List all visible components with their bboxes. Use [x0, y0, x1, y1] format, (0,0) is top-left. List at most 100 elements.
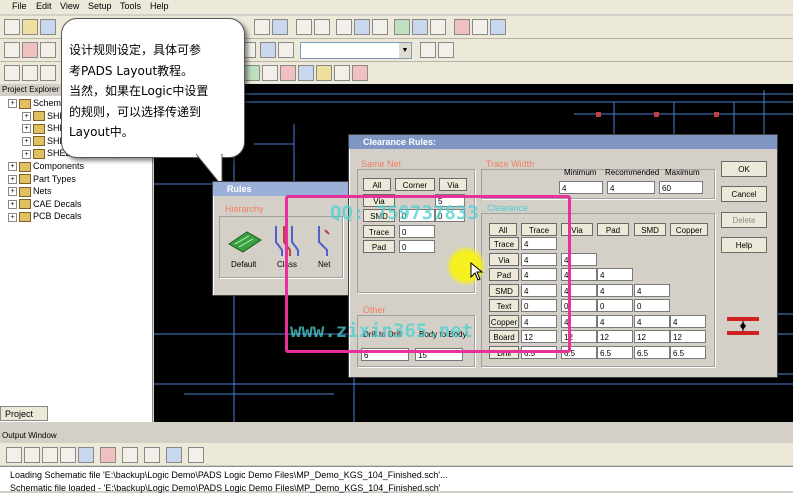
- expand-icon[interactable]: +: [22, 111, 31, 121]
- clearance-cell[interactable]: 4: [634, 314, 670, 328]
- folder-icon: [19, 161, 31, 172]
- folder-icon: [19, 186, 31, 197]
- expand-icon[interactable]: +: [22, 124, 31, 134]
- clearance-cell[interactable]: 0: [597, 299, 633, 312]
- default-rules-button[interactable]: Default: [225, 222, 263, 272]
- callout-line-5: Layout中。: [69, 125, 134, 139]
- ab-icon[interactable]: [278, 42, 294, 58]
- zoom-area-icon[interactable]: [354, 19, 370, 35]
- grid-icon[interactable]: [188, 447, 204, 463]
- clearance-col-pad-button[interactable]: Pad: [597, 223, 629, 236]
- clearance-cell[interactable]: 4: [670, 314, 706, 328]
- clearance-cell[interactable]: 6.5: [670, 345, 706, 359]
- window-icon[interactable]: [490, 19, 506, 35]
- arrow-left-icon[interactable]: [6, 447, 22, 463]
- rotate-icon[interactable]: [40, 65, 56, 81]
- project-tab[interactable]: Project: [0, 406, 48, 421]
- clearance-cell[interactable]: 6.5: [597, 345, 633, 359]
- arrow-down-icon[interactable]: [438, 42, 454, 58]
- filter-icon[interactable]: [334, 65, 350, 81]
- label-icon[interactable]: [316, 65, 332, 81]
- text-icon[interactable]: [260, 42, 276, 58]
- pin-icon[interactable]: [262, 65, 278, 81]
- menu-tools[interactable]: Tools: [120, 1, 141, 11]
- select-icon[interactable]: [254, 19, 270, 35]
- part-icon[interactable]: [280, 65, 296, 81]
- menu-file[interactable]: File: [12, 1, 27, 11]
- expand-icon[interactable]: +: [22, 136, 31, 146]
- wrap-icon[interactable]: [166, 447, 182, 463]
- arrow-right-icon[interactable]: [24, 447, 40, 463]
- select-filter-icon[interactable]: [272, 19, 288, 35]
- folder-icon: [19, 212, 31, 223]
- ok-button[interactable]: OK: [721, 161, 767, 177]
- clearance-cell[interactable]: 0: [634, 299, 670, 312]
- clearance-col-smd-button[interactable]: SMD: [634, 223, 666, 236]
- clearance-cell[interactable]: 4: [597, 283, 633, 297]
- tree-item[interactable]: + Nets: [8, 186, 52, 197]
- layout-icon[interactable]: [430, 19, 446, 35]
- arrow-up-icon[interactable]: [420, 42, 436, 58]
- redo-icon[interactable]: [314, 19, 330, 35]
- goto-icon[interactable]: [42, 447, 58, 463]
- expand-icon[interactable]: +: [8, 187, 17, 197]
- help-button[interactable]: Help: [721, 237, 767, 253]
- menu-help[interactable]: Help: [150, 1, 169, 11]
- cross-probe-icon[interactable]: [412, 19, 428, 35]
- clearance-cell[interactable]: 12: [634, 330, 670, 343]
- clear-icon[interactable]: [100, 447, 116, 463]
- tree-item[interactable]: + PCB Decals: [8, 211, 82, 223]
- expand-icon[interactable]: +: [8, 162, 17, 172]
- tree-item[interactable]: + CAE Decals: [8, 199, 82, 210]
- clearance-col-copper-button[interactable]: Copper: [670, 223, 708, 236]
- move-icon[interactable]: [22, 65, 38, 81]
- clearance-cell[interactable]: 12: [597, 330, 633, 343]
- clearance-cell[interactable]: 12: [670, 330, 706, 343]
- cancel-button[interactable]: Cancel: [721, 186, 767, 202]
- compare-icon[interactable]: [454, 19, 470, 35]
- new-icon[interactable]: [4, 19, 20, 35]
- gate-icon[interactable]: [298, 65, 314, 81]
- netlist-icon[interactable]: [472, 19, 488, 35]
- expand-icon[interactable]: +: [22, 149, 31, 159]
- hierarchy-group-title: Hierarchy: [225, 204, 264, 214]
- expand-icon[interactable]: +: [8, 212, 17, 222]
- add-bus-icon[interactable]: [40, 42, 56, 58]
- default-label: Default: [231, 260, 257, 269]
- menu-view[interactable]: View: [60, 1, 79, 11]
- chevron-down-icon[interactable]: ▼: [399, 43, 411, 58]
- save-icon[interactable]: [40, 19, 56, 35]
- export-icon[interactable]: [78, 447, 94, 463]
- find-icon[interactable]: [144, 447, 160, 463]
- folder-icon: [33, 149, 45, 160]
- clearance-cell[interactable]: 6.5: [634, 345, 670, 359]
- zoom-icon[interactable]: [336, 19, 352, 35]
- menu-setup[interactable]: Setup: [88, 1, 112, 11]
- open-icon[interactable]: [22, 19, 38, 35]
- clearance-cell[interactable]: 4: [597, 314, 633, 328]
- clearance-cell[interactable]: 4: [634, 283, 670, 297]
- place-part-icon[interactable]: [4, 42, 20, 58]
- level-select[interactable]: ▼: [300, 42, 412, 59]
- expand-icon[interactable]: +: [8, 174, 17, 184]
- route-icon[interactable]: [394, 19, 410, 35]
- output-window-title: Output Window: [0, 429, 793, 442]
- pointer-icon[interactable]: [4, 65, 20, 81]
- expand-icon[interactable]: +: [8, 99, 17, 109]
- clearance-cell[interactable]: 4: [597, 268, 633, 281]
- cross-icon[interactable]: [352, 65, 368, 81]
- callout-line-4: 的规则，可以选择传递到: [69, 104, 202, 119]
- print-icon[interactable]: [122, 447, 138, 463]
- tree-item[interactable]: + Components: [8, 161, 84, 172]
- net-icon[interactable]: [244, 65, 260, 81]
- copy-icon[interactable]: [60, 447, 76, 463]
- undo-icon[interactable]: [296, 19, 312, 35]
- add-connection-icon[interactable]: [22, 42, 38, 58]
- callout-text: 设计规则设定，具体可参 考PADS Layout教程。 当然，如果在Logic中…: [69, 40, 241, 143]
- output-log: Loading Schematic file 'E:\backup\Logic …: [0, 466, 793, 493]
- menu-edit[interactable]: Edit: [36, 1, 52, 11]
- redraw-icon[interactable]: [372, 19, 388, 35]
- expand-icon[interactable]: +: [8, 199, 17, 209]
- tree-item[interactable]: + Part Types: [8, 174, 76, 185]
- folder-icon: [19, 199, 31, 210]
